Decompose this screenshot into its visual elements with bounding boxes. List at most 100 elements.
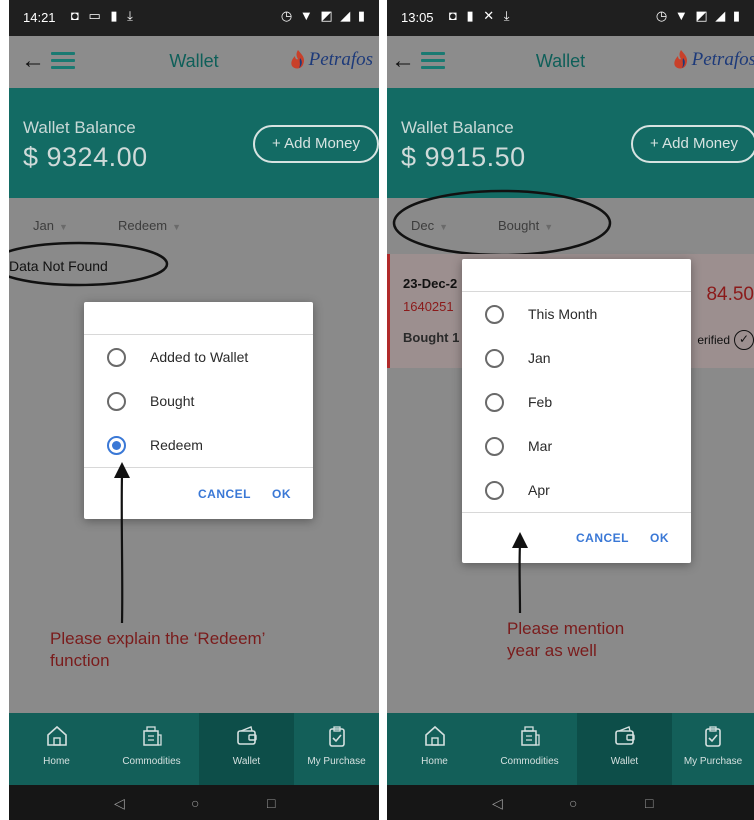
annotation-arrow <box>114 462 130 624</box>
wallet-balance-amount: $ 9324.00 <box>23 142 148 172</box>
wallet-balance-card: Wallet Balance $ 9915.50 + Add Money <box>387 88 754 198</box>
type-filter-dropdown[interactable]: Redeem ▼ <box>118 218 181 233</box>
dialog-option-label: Mar <box>528 438 553 454</box>
month-select-dialog: This Month Jan Feb Mar Apr CANCEL OK <box>462 259 691 563</box>
status-notification-icons: ◘ ▮ ✕ ⤓ <box>449 8 513 23</box>
clipboard-icon <box>328 726 345 747</box>
system-back-icon[interactable]: ◁ <box>114 795 125 812</box>
wallet-balance-label: Wallet Balance <box>23 118 136 137</box>
add-money-button[interactable]: + Add Money <box>253 125 379 163</box>
flame-logo-icon <box>290 50 304 69</box>
system-recents-icon[interactable]: □ <box>645 795 653 811</box>
radio-unchecked-icon[interactable] <box>485 481 504 500</box>
dialog-option[interactable]: Feb <box>462 380 691 424</box>
left-screen: 14:21 ◘ ▭ ▮ ⤓ ◷ ▼ ◩ ◢ ▮ ← Wallet Petrafo… <box>9 0 379 820</box>
system-navigation-bar: ◁ ○ □ <box>9 785 379 820</box>
brand-name: Petrafos <box>691 49 754 70</box>
transaction-status: erified ✓ <box>697 330 754 350</box>
annotation-note-line: Please mention <box>507 619 625 638</box>
dialog-option[interactable]: Added to Wallet <box>84 335 313 379</box>
system-navigation-bar: ◁ ○ □ <box>387 785 754 820</box>
ok-button[interactable]: OK <box>650 531 669 545</box>
dialog-option[interactable]: Jan <box>462 336 691 380</box>
nav-item-wallet[interactable]: Wallet <box>577 713 672 785</box>
dialog-option-label: Feb <box>528 394 553 410</box>
ok-button[interactable]: OK <box>272 487 291 501</box>
status-bar: 13:05 ◘ ▮ ✕ ⤓ ◷ ▼ ◩ ◢ ▮ <box>387 0 754 36</box>
nav-item-label: Commodities <box>122 756 181 767</box>
status-system-icons: ◷ ▼ ◩ ◢ ▮ <box>655 8 742 23</box>
bottom-navigation: Home Commodities Wallet My Purchase <box>387 713 754 785</box>
app-bar: ← Wallet Petrafos <box>9 36 379 88</box>
home-icon <box>46 725 67 746</box>
nav-item-label: Wallet <box>232 756 261 767</box>
type-filter-value: Redeem <box>118 218 168 233</box>
month-filter-value: Jan <box>33 218 54 233</box>
nav-item-commodities[interactable]: Commodities <box>104 713 199 785</box>
radio-unchecked-icon[interactable] <box>485 305 504 324</box>
transaction-amount: 84.50 <box>706 284 754 305</box>
radio-unchecked-icon[interactable] <box>485 349 504 368</box>
status-time: 13:05 <box>401 10 434 25</box>
system-recents-icon[interactable]: □ <box>267 795 275 811</box>
radio-unchecked-icon[interactable] <box>107 348 126 367</box>
radio-unchecked-icon[interactable] <box>485 437 504 456</box>
app-bar: ← Wallet Petrafos <box>387 36 754 88</box>
annotation-ellipse <box>392 189 612 257</box>
nav-item-label: Commodities <box>500 756 559 767</box>
nav-item-my-purchase[interactable]: My Purchase <box>294 713 379 785</box>
nav-item-label: My Purchase <box>307 756 366 767</box>
right-screen: 13:05 ◘ ▮ ✕ ⤓ ◷ ▼ ◩ ◢ ▮ ← Wallet Petrafo… <box>387 0 754 820</box>
system-back-icon[interactable]: ◁ <box>492 795 503 812</box>
nav-item-home[interactable]: Home <box>9 713 104 785</box>
wallet-balance-amount: $ 9915.50 <box>401 142 526 172</box>
annotation-note: Please mention year as well <box>507 618 624 662</box>
status-system-icons: ◷ ▼ ◩ ◢ ▮ <box>280 8 367 23</box>
dialog-option[interactable]: Apr <box>462 468 691 512</box>
chevron-down-icon: ▼ <box>172 222 182 232</box>
radio-checked-icon[interactable] <box>107 436 126 455</box>
month-filter-dropdown[interactable]: Jan ▼ <box>33 218 68 233</box>
check-circle-icon: ✓ <box>734 330 754 350</box>
radio-unchecked-icon[interactable] <box>485 393 504 412</box>
bottom-navigation: Home Commodities Wallet My Purchase <box>9 713 379 785</box>
brand-logo: Petrafos <box>672 49 754 71</box>
home-icon <box>424 725 445 746</box>
dialog-option[interactable]: Bought <box>84 379 313 423</box>
dialog-option[interactable]: This Month <box>462 292 691 336</box>
flame-logo-icon <box>673 50 687 69</box>
dialog-option-label: Bought <box>150 393 195 409</box>
nav-item-home[interactable]: Home <box>387 713 482 785</box>
annotation-arrow <box>512 532 528 614</box>
dialog-option-label: Jan <box>528 350 551 366</box>
cancel-button[interactable]: CANCEL <box>198 487 251 501</box>
nav-item-label: Home <box>421 756 448 767</box>
nav-item-label: Home <box>43 756 70 767</box>
system-home-icon[interactable]: ○ <box>191 795 199 811</box>
annotation-note-line: Please explain the ‘Redeem’ <box>50 629 266 648</box>
add-money-button[interactable]: + Add Money <box>631 125 754 163</box>
brand-logo: Petrafos <box>289 49 373 71</box>
status-notification-icons: ◘ ▭ ▮ ⤓ <box>71 8 136 23</box>
transaction-status-label: erified <box>697 333 730 347</box>
transaction-description: Bought 1 <box>403 330 460 345</box>
chevron-down-icon: ▼ <box>58 222 68 232</box>
system-home-icon[interactable]: ○ <box>569 795 577 811</box>
annotation-note-line: function <box>50 651 110 670</box>
wallet-icon <box>236 726 257 745</box>
nav-item-commodities[interactable]: Commodities <box>482 713 577 785</box>
annotation-note: Please explain the ‘Redeem’ function <box>50 628 265 672</box>
radio-unchecked-icon[interactable] <box>107 392 126 411</box>
nav-item-wallet[interactable]: Wallet <box>199 713 294 785</box>
clipboard-icon <box>705 726 721 747</box>
wallet-balance-label: Wallet Balance <box>401 118 514 137</box>
dialog-option[interactable]: Mar <box>462 424 691 468</box>
dialog-option-label: Added to Wallet <box>150 349 249 365</box>
dialog-divider <box>462 512 691 513</box>
status-bar: 14:21 ◘ ▭ ▮ ⤓ ◷ ▼ ◩ ◢ ▮ <box>9 0 379 36</box>
wallet-icon <box>614 726 635 745</box>
nav-item-my-purchase[interactable]: My Purchase <box>672 713 754 785</box>
annotation-ellipse <box>9 241 169 287</box>
cancel-button[interactable]: CANCEL <box>576 531 629 545</box>
annotation-note-line: year as well <box>507 641 597 660</box>
